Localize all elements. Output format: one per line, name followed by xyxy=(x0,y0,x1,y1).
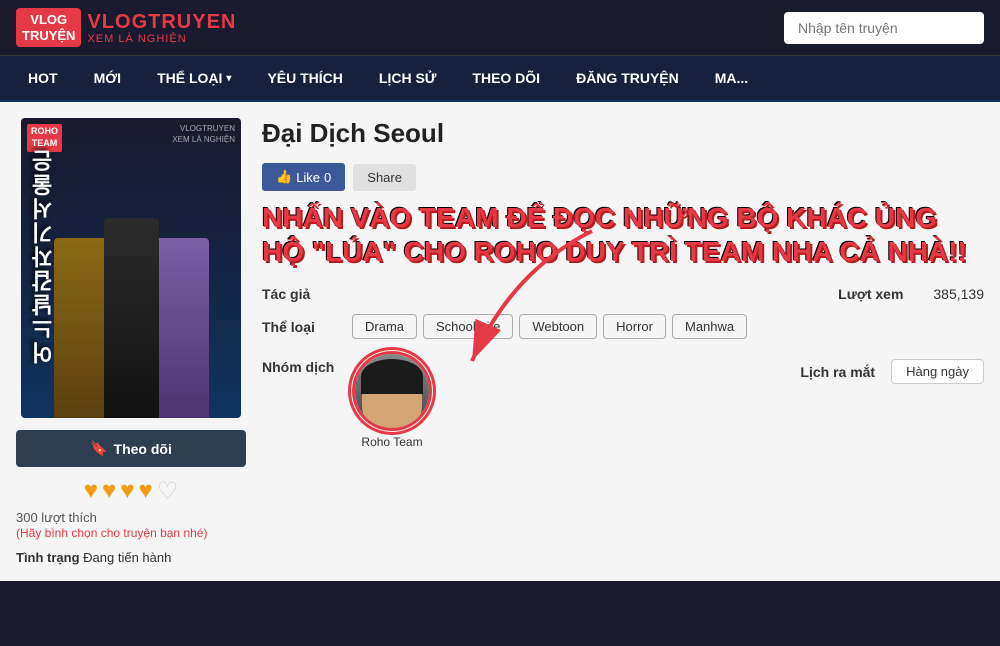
nav-item-more[interactable]: MA... xyxy=(697,56,766,100)
logo[interactable]: VLOG TRUYỆN VLOGTRUYEN XEM LÀ NGHIỆN xyxy=(16,8,236,47)
nav-item-lichsu[interactable]: LỊCH SỬ xyxy=(361,56,455,100)
star-rating[interactable]: ♥ ♥ ♥ ♥ ♡ xyxy=(84,477,179,506)
character-2 xyxy=(104,218,159,418)
genre-label: Thể loại xyxy=(262,319,342,335)
right-panel: Đại Dịch Seoul 👍 Like 0 Share NHẤN VÀO T… xyxy=(262,118,984,565)
star-1[interactable]: ♥ xyxy=(84,477,98,506)
author-label: Tác giả xyxy=(262,286,310,302)
tag-webtoon[interactable]: Webtoon xyxy=(519,314,597,339)
nav-item-theloai[interactable]: THỂ LOẠI ▾ xyxy=(139,56,249,100)
views-label: Lượt xem xyxy=(838,286,903,302)
tag-school[interactable]: School Life xyxy=(423,314,513,339)
release-label: Lịch ra mắt xyxy=(800,364,875,380)
thumbs-up-icon: 👍 xyxy=(276,169,292,185)
translator-wrapper: Roho Team xyxy=(352,351,432,449)
header: VLOG TRUYỆN VLOGTRUYEN XEM LÀ NGHIỆN xyxy=(0,0,1000,56)
genre-tags: Drama School Life Webtoon Horror Manhwa xyxy=(352,314,747,339)
character-3 xyxy=(154,238,209,418)
star-5[interactable]: ♡ xyxy=(157,477,179,506)
nav-item-hot[interactable]: HOT xyxy=(10,56,76,100)
logo-main-text: VLOGTRUYEN xyxy=(87,11,236,33)
star-2[interactable]: ♥ xyxy=(102,477,116,506)
main-content: ROHO TEAM VLOGTRUYEN XEM LÀ NGHIỆN 어느날갑자… xyxy=(0,102,1000,581)
views-value: 385,139 xyxy=(933,286,984,302)
character-1 xyxy=(54,238,109,418)
tag-manhwa[interactable]: Manhwa xyxy=(672,314,747,339)
status-label: Tình trạng xyxy=(16,550,80,565)
star-4[interactable]: ♥ xyxy=(138,477,152,506)
rating-hint[interactable]: (Hãy bình chọn cho truyện bạn nhé) xyxy=(16,526,207,540)
status-value: Đang tiến hành xyxy=(83,550,171,565)
like-button[interactable]: 👍 Like 0 xyxy=(262,163,345,191)
promo-text: NHẤN VÀO TEAM ĐỂ ĐỌC NHỮNG BỘ KHÁC ỦNG H… xyxy=(262,201,984,268)
left-panel: ROHO TEAM VLOGTRUYEN XEM LÀ NGHIỆN 어느날갑자… xyxy=(16,118,246,565)
cover-characters xyxy=(21,198,241,418)
translator-name: Roho Team xyxy=(361,435,422,449)
nav-item-moi[interactable]: MỚI xyxy=(76,56,140,100)
nav-item-dangtruyen[interactable]: ĐĂNG TRUYỆN xyxy=(558,56,697,100)
search-input[interactable] xyxy=(784,12,984,44)
manga-title: Đại Dịch Seoul xyxy=(262,118,984,149)
tag-drama[interactable]: Drama xyxy=(352,314,417,339)
manga-cover: ROHO TEAM VLOGTRUYEN XEM LÀ NGHIỆN 어느날갑자… xyxy=(21,118,241,418)
cover-watermark: VLOGTRUYEN XEM LÀ NGHIỆN xyxy=(172,124,235,145)
share-button[interactable]: Share xyxy=(353,164,416,191)
chevron-down-icon: ▾ xyxy=(226,73,231,84)
nav-item-yeuthich[interactable]: YÊU THÍCH xyxy=(249,56,360,100)
follow-button[interactable]: 🔖 Theo dõi xyxy=(16,430,246,467)
action-buttons: 👍 Like 0 Share xyxy=(262,163,984,191)
nav-bar: HOT MỚI THỂ LOẠI ▾ YÊU THÍCH LỊCH SỬ THE… xyxy=(0,56,1000,102)
release-value: Hàng ngày xyxy=(891,359,984,384)
tag-horror[interactable]: Horror xyxy=(603,314,666,339)
logo-sub-text: XEM LÀ NGHIỆN xyxy=(87,33,236,45)
logo-text: VLOGTRUYEN XEM LÀ NGHIỆN xyxy=(87,11,236,45)
rating-count: 300 lượt thích (Hãy bình chọn cho truyện… xyxy=(16,510,246,540)
nav-item-theodoi[interactable]: THEO DÕI xyxy=(454,56,558,100)
translator-label: Nhóm dịch xyxy=(262,351,342,375)
bookmark-icon: 🔖 xyxy=(90,440,107,457)
logo-icon: VLOG TRUYỆN xyxy=(16,8,81,47)
star-3[interactable]: ♥ xyxy=(120,477,134,506)
translator-avatar[interactable] xyxy=(352,351,432,431)
status-row: Tình trạng Đang tiến hành xyxy=(16,550,246,565)
